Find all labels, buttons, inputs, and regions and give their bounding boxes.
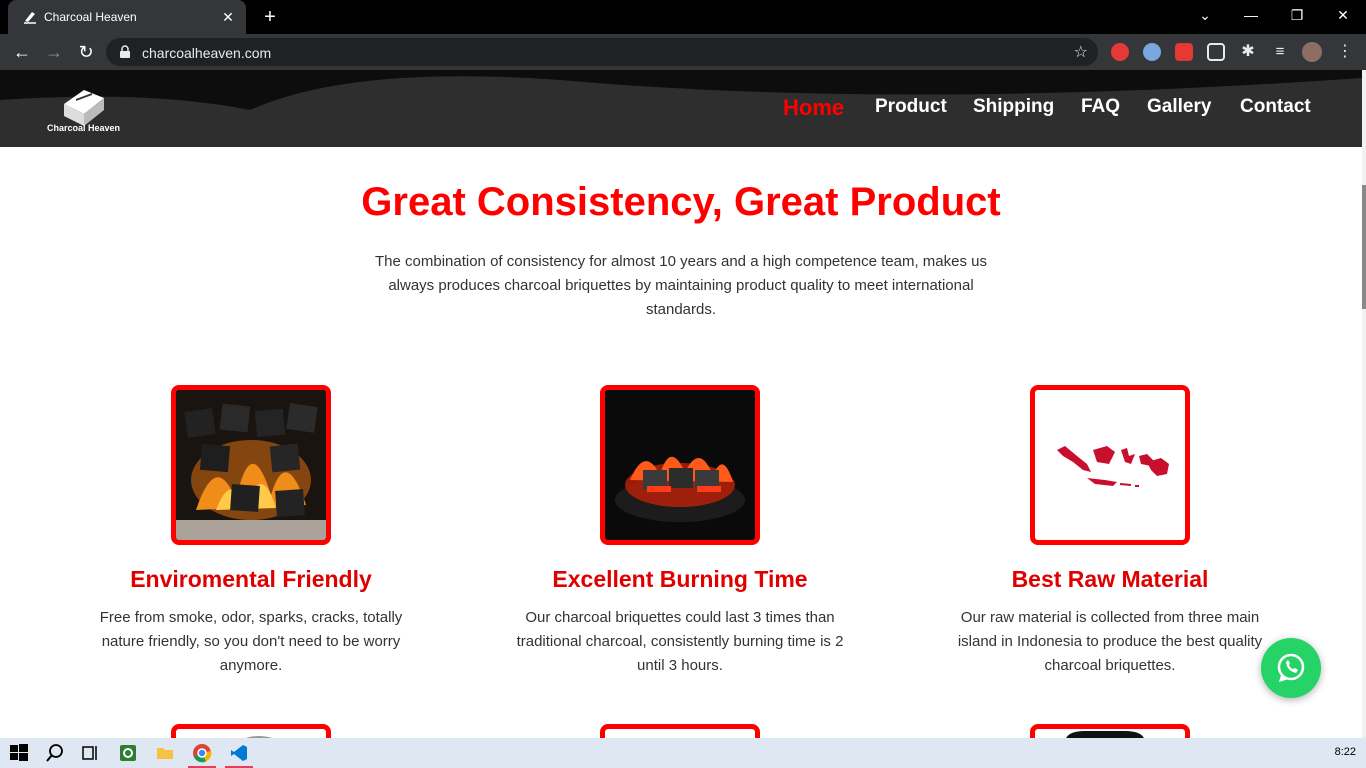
tab-title: Charcoal Heaven bbox=[44, 10, 137, 24]
nav-gallery[interactable]: Gallery bbox=[1147, 96, 1211, 118]
nav-home[interactable]: Home bbox=[783, 95, 844, 121]
extension-video-icon[interactable] bbox=[1175, 43, 1193, 61]
lock-icon bbox=[120, 45, 130, 58]
task-view-icon[interactable] bbox=[80, 743, 100, 763]
next-card-image bbox=[171, 724, 331, 738]
section-subtitle: The combination of consistency for almos… bbox=[375, 253, 987, 318]
extension-shield-icon[interactable] bbox=[1143, 43, 1161, 61]
page-scrollbar[interactable] bbox=[1362, 70, 1366, 738]
windows-start-icon[interactable] bbox=[9, 743, 29, 763]
restore-button[interactable]: ❐ bbox=[1274, 0, 1320, 30]
profile-avatar[interactable] bbox=[1302, 42, 1322, 62]
section-title: Great Consistency, Great Product bbox=[361, 180, 1001, 224]
scrollbar-thumb[interactable] bbox=[1362, 185, 1366, 309]
new-tab-button[interactable]: + bbox=[259, 6, 281, 28]
feature-text-raw-material: Our raw material is collected from three… bbox=[957, 609, 1263, 674]
hookah-coal-image bbox=[600, 385, 760, 545]
extension-stop-icon[interactable] bbox=[1111, 43, 1129, 61]
feature-title-burning-time: Excellent Burning Time bbox=[552, 566, 808, 592]
search-icon[interactable] bbox=[45, 743, 65, 763]
taskbar-clock[interactable]: 8:22 bbox=[1335, 746, 1356, 758]
file-explorer-icon[interactable] bbox=[155, 743, 175, 763]
extensions-puzzle-icon[interactable]: ✱ bbox=[1239, 43, 1257, 61]
browser-tab[interactable]: Charcoal Heaven ✕ bbox=[8, 0, 246, 34]
site-header: Charcoal Heaven Home Product Shipping FA… bbox=[0, 70, 1362, 147]
feature-title-environment: Enviromental Friendly bbox=[130, 566, 372, 592]
feature-text-burning-time: Our charcoal briquettes could last 3 tim… bbox=[516, 609, 844, 674]
burning-briquettes-image bbox=[171, 385, 331, 545]
nav-shipping[interactable]: Shipping bbox=[973, 96, 1054, 118]
back-button[interactable]: ← bbox=[10, 40, 34, 64]
browser-menu-icon[interactable]: ⋮ bbox=[1336, 43, 1354, 61]
feature-title-raw-material: Best Raw Material bbox=[1011, 566, 1209, 592]
minimize-button[interactable]: — bbox=[1228, 0, 1274, 30]
feature-text-environment: Free from smoke, odor, sparks, cracks, t… bbox=[99, 609, 403, 674]
extension-window-icon[interactable] bbox=[1207, 43, 1225, 61]
bookmark-star-icon[interactable]: ☆ bbox=[1074, 42, 1088, 62]
tab-search-icon[interactable]: ⌄ bbox=[1182, 0, 1228, 30]
site-favicon-icon bbox=[24, 12, 36, 24]
forward-button[interactable]: → bbox=[42, 40, 66, 64]
chrome-icon[interactable] bbox=[192, 743, 212, 763]
address-bar[interactable]: charcoalheaven.com ☆ bbox=[106, 38, 1098, 66]
nav-product[interactable]: Product bbox=[875, 96, 947, 118]
nav-contact[interactable]: Contact bbox=[1240, 96, 1311, 118]
browser-tab-bar: Charcoal Heaven ✕ + ⌄ — ❐ ✕ bbox=[0, 0, 1366, 34]
indonesia-map-image bbox=[1030, 385, 1190, 545]
vscode-icon[interactable] bbox=[229, 743, 249, 763]
media-controls-icon[interactable]: ≡ bbox=[1271, 43, 1289, 61]
next-card-image bbox=[1030, 724, 1190, 738]
nav-faq[interactable]: FAQ bbox=[1081, 96, 1120, 118]
windows-taskbar: 8:22 bbox=[0, 738, 1366, 768]
browser-toolbar: ← → ↻ charcoalheaven.com ☆ ✱ ≡ ⋮ bbox=[0, 34, 1366, 70]
next-card-image bbox=[600, 724, 760, 738]
whatsapp-icon bbox=[1277, 653, 1305, 683]
close-window-button[interactable]: ✕ bbox=[1320, 0, 1366, 30]
charcoal-heaven-logo-icon[interactable] bbox=[46, 82, 126, 142]
tab-close-icon[interactable]: ✕ bbox=[218, 7, 238, 27]
reload-button[interactable]: ↻ bbox=[74, 40, 98, 64]
whatsapp-button[interactable] bbox=[1261, 638, 1321, 698]
app-icon[interactable] bbox=[118, 743, 138, 763]
url-text: charcoalheaven.com bbox=[142, 45, 272, 61]
logo-text: Charcoal Heaven bbox=[47, 123, 121, 133]
